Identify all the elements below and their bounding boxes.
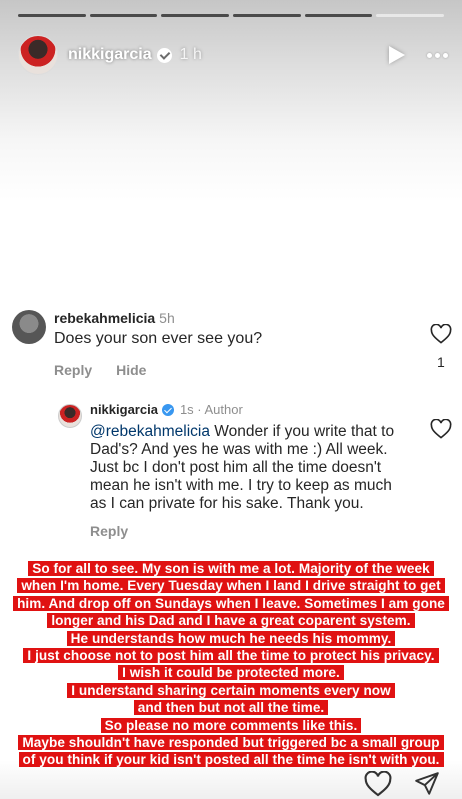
more-icon[interactable] xyxy=(427,52,448,58)
overlay-text-line: So please no more comments like this. xyxy=(100,717,362,733)
reply-meta: 1s · Author xyxy=(179,402,243,417)
progress-segment xyxy=(18,14,86,17)
reply-like-heart-icon[interactable] xyxy=(430,419,452,439)
progress-segment xyxy=(233,14,301,17)
comment-like-count: 1 xyxy=(437,354,445,370)
overlay-text-line: longer and his Dad and I have a great co… xyxy=(47,613,415,629)
story-text-overlay: So for all to see. My son is with me a l… xyxy=(0,560,462,769)
overlay-text-line: He understands how much he needs his mom… xyxy=(66,630,396,646)
comment-time: 5h xyxy=(159,310,175,326)
progress-segment xyxy=(376,14,445,17)
overlay-text-line: Maybe shouldn't have responded but trigg… xyxy=(18,735,444,751)
overlay-text-line: I understand sharing certain moments eve… xyxy=(67,682,395,698)
like-heart-icon[interactable] xyxy=(364,771,392,797)
comment-like-heart-icon[interactable] xyxy=(430,324,452,344)
story-viewer: nikkigarcia 1 h rebekahmelicia 5h Does yo… xyxy=(0,0,462,799)
reply-avatar[interactable] xyxy=(58,404,82,428)
verified-badge-icon xyxy=(161,403,174,416)
reply-username[interactable]: nikkigarcia xyxy=(90,402,158,417)
comment-hide-button[interactable]: Hide xyxy=(116,362,146,378)
reply-mention[interactable]: @rebekahmelicia xyxy=(90,423,210,440)
progress-segment xyxy=(161,14,230,17)
overlay-text-line: him. And drop off on Sundays when I leav… xyxy=(13,595,449,611)
overlay-text-line: when I'm home. Every Tuesday when I land… xyxy=(17,578,445,594)
send-icon[interactable] xyxy=(414,771,440,797)
verified-badge-icon xyxy=(156,47,172,63)
story-progress-bars xyxy=(18,14,445,17)
reply-reply-button[interactable]: Reply xyxy=(90,523,128,539)
comment-username[interactable]: rebekahmelicia xyxy=(54,310,155,326)
progress-segment xyxy=(304,14,373,17)
overlay-text-line: I wish it could be protected more. xyxy=(118,665,344,681)
overlay-text-line: I just choose not to post him all the ti… xyxy=(23,648,439,664)
story-header: nikkigarcia 1 h xyxy=(18,34,448,76)
overlay-text-line: So for all to see. My son is with me a l… xyxy=(28,561,434,576)
comment-text: Does your son ever see you? xyxy=(54,330,263,347)
story-bottom-bar xyxy=(0,763,462,799)
comment-avatar[interactable] xyxy=(12,310,46,344)
play-icon[interactable] xyxy=(389,46,405,64)
profile-avatar[interactable] xyxy=(18,35,58,75)
overlay-text-line: and then but not all the time. xyxy=(133,700,329,716)
comment-reply-button[interactable]: Reply xyxy=(54,362,92,378)
story-username[interactable]: nikkigarcia xyxy=(68,46,152,64)
story-time: 1 h xyxy=(179,46,202,63)
reply-text: @rebekahmelicia Wonder if you write that… xyxy=(90,423,412,513)
progress-segment xyxy=(89,14,158,17)
